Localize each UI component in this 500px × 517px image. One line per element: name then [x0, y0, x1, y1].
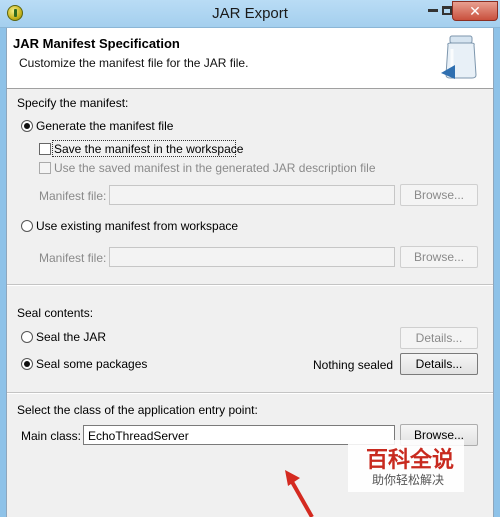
generate-manifest-label[interactable]: Generate the manifest file	[36, 119, 173, 133]
watermark-text: 百科全说	[366, 448, 455, 473]
manifest-file2-label: Manifest file:	[39, 251, 107, 265]
separator	[7, 392, 493, 394]
browse-manifest-button[interactable]: Browse...	[400, 184, 478, 206]
manifest-file2-input[interactable]	[109, 247, 395, 267]
main-class-label: Main class:	[21, 429, 82, 443]
page-title: JAR Manifest Specification	[13, 36, 180, 51]
use-saved-manifest-label: Use the saved manifest in the generated …	[54, 161, 376, 175]
main-class-value: EchoThreadServer	[88, 429, 189, 443]
specify-manifest-label: Specify the manifest:	[17, 96, 129, 110]
close-icon: ✕	[469, 3, 481, 19]
separator	[7, 284, 493, 286]
watermark-subtext: 助你轻松解决	[372, 473, 445, 487]
entry-point-label: Select the class of the application entr…	[17, 403, 258, 417]
minimize-icon	[428, 9, 438, 13]
use-existing-manifest-label[interactable]: Use existing manifest from workspace	[36, 219, 238, 233]
browse-manifest2-button[interactable]: Browse...	[400, 246, 478, 268]
close-button[interactable]: ✕	[452, 1, 498, 21]
generate-manifest-radio[interactable]	[21, 120, 33, 132]
maximize-icon	[442, 6, 452, 15]
seal-jar-radio[interactable]	[21, 331, 33, 343]
save-manifest-label[interactable]: Save the manifest in the workspace	[54, 142, 243, 156]
seal-jar-details-button[interactable]: Details...	[400, 327, 478, 349]
page-description: Customize the manifest file for the JAR …	[19, 56, 249, 70]
title-bar: JAR Export ✕	[0, 0, 500, 28]
seal-jar-label[interactable]: Seal the JAR	[36, 330, 106, 344]
jar-icon	[441, 35, 477, 79]
manifest-file-input[interactable]	[109, 185, 395, 205]
save-manifest-checkbox[interactable]	[39, 143, 51, 155]
seal-some-packages-radio[interactable]	[21, 358, 33, 370]
seal-some-packages-label[interactable]: Seal some packages	[36, 357, 147, 371]
use-existing-manifest-radio[interactable]	[21, 220, 33, 232]
manifest-file-label: Manifest file:	[39, 189, 107, 203]
wizard-header: JAR Manifest Specification Customize the…	[7, 28, 493, 89]
seal-contents-label: Seal contents:	[17, 306, 94, 320]
seal-some-details-button[interactable]: Details...	[400, 353, 478, 375]
use-saved-manifest-checkbox[interactable]	[39, 162, 51, 174]
watermark-logo: 百科全说 助你轻松解决	[348, 440, 464, 492]
seal-status-text: Nothing sealed	[313, 358, 394, 372]
